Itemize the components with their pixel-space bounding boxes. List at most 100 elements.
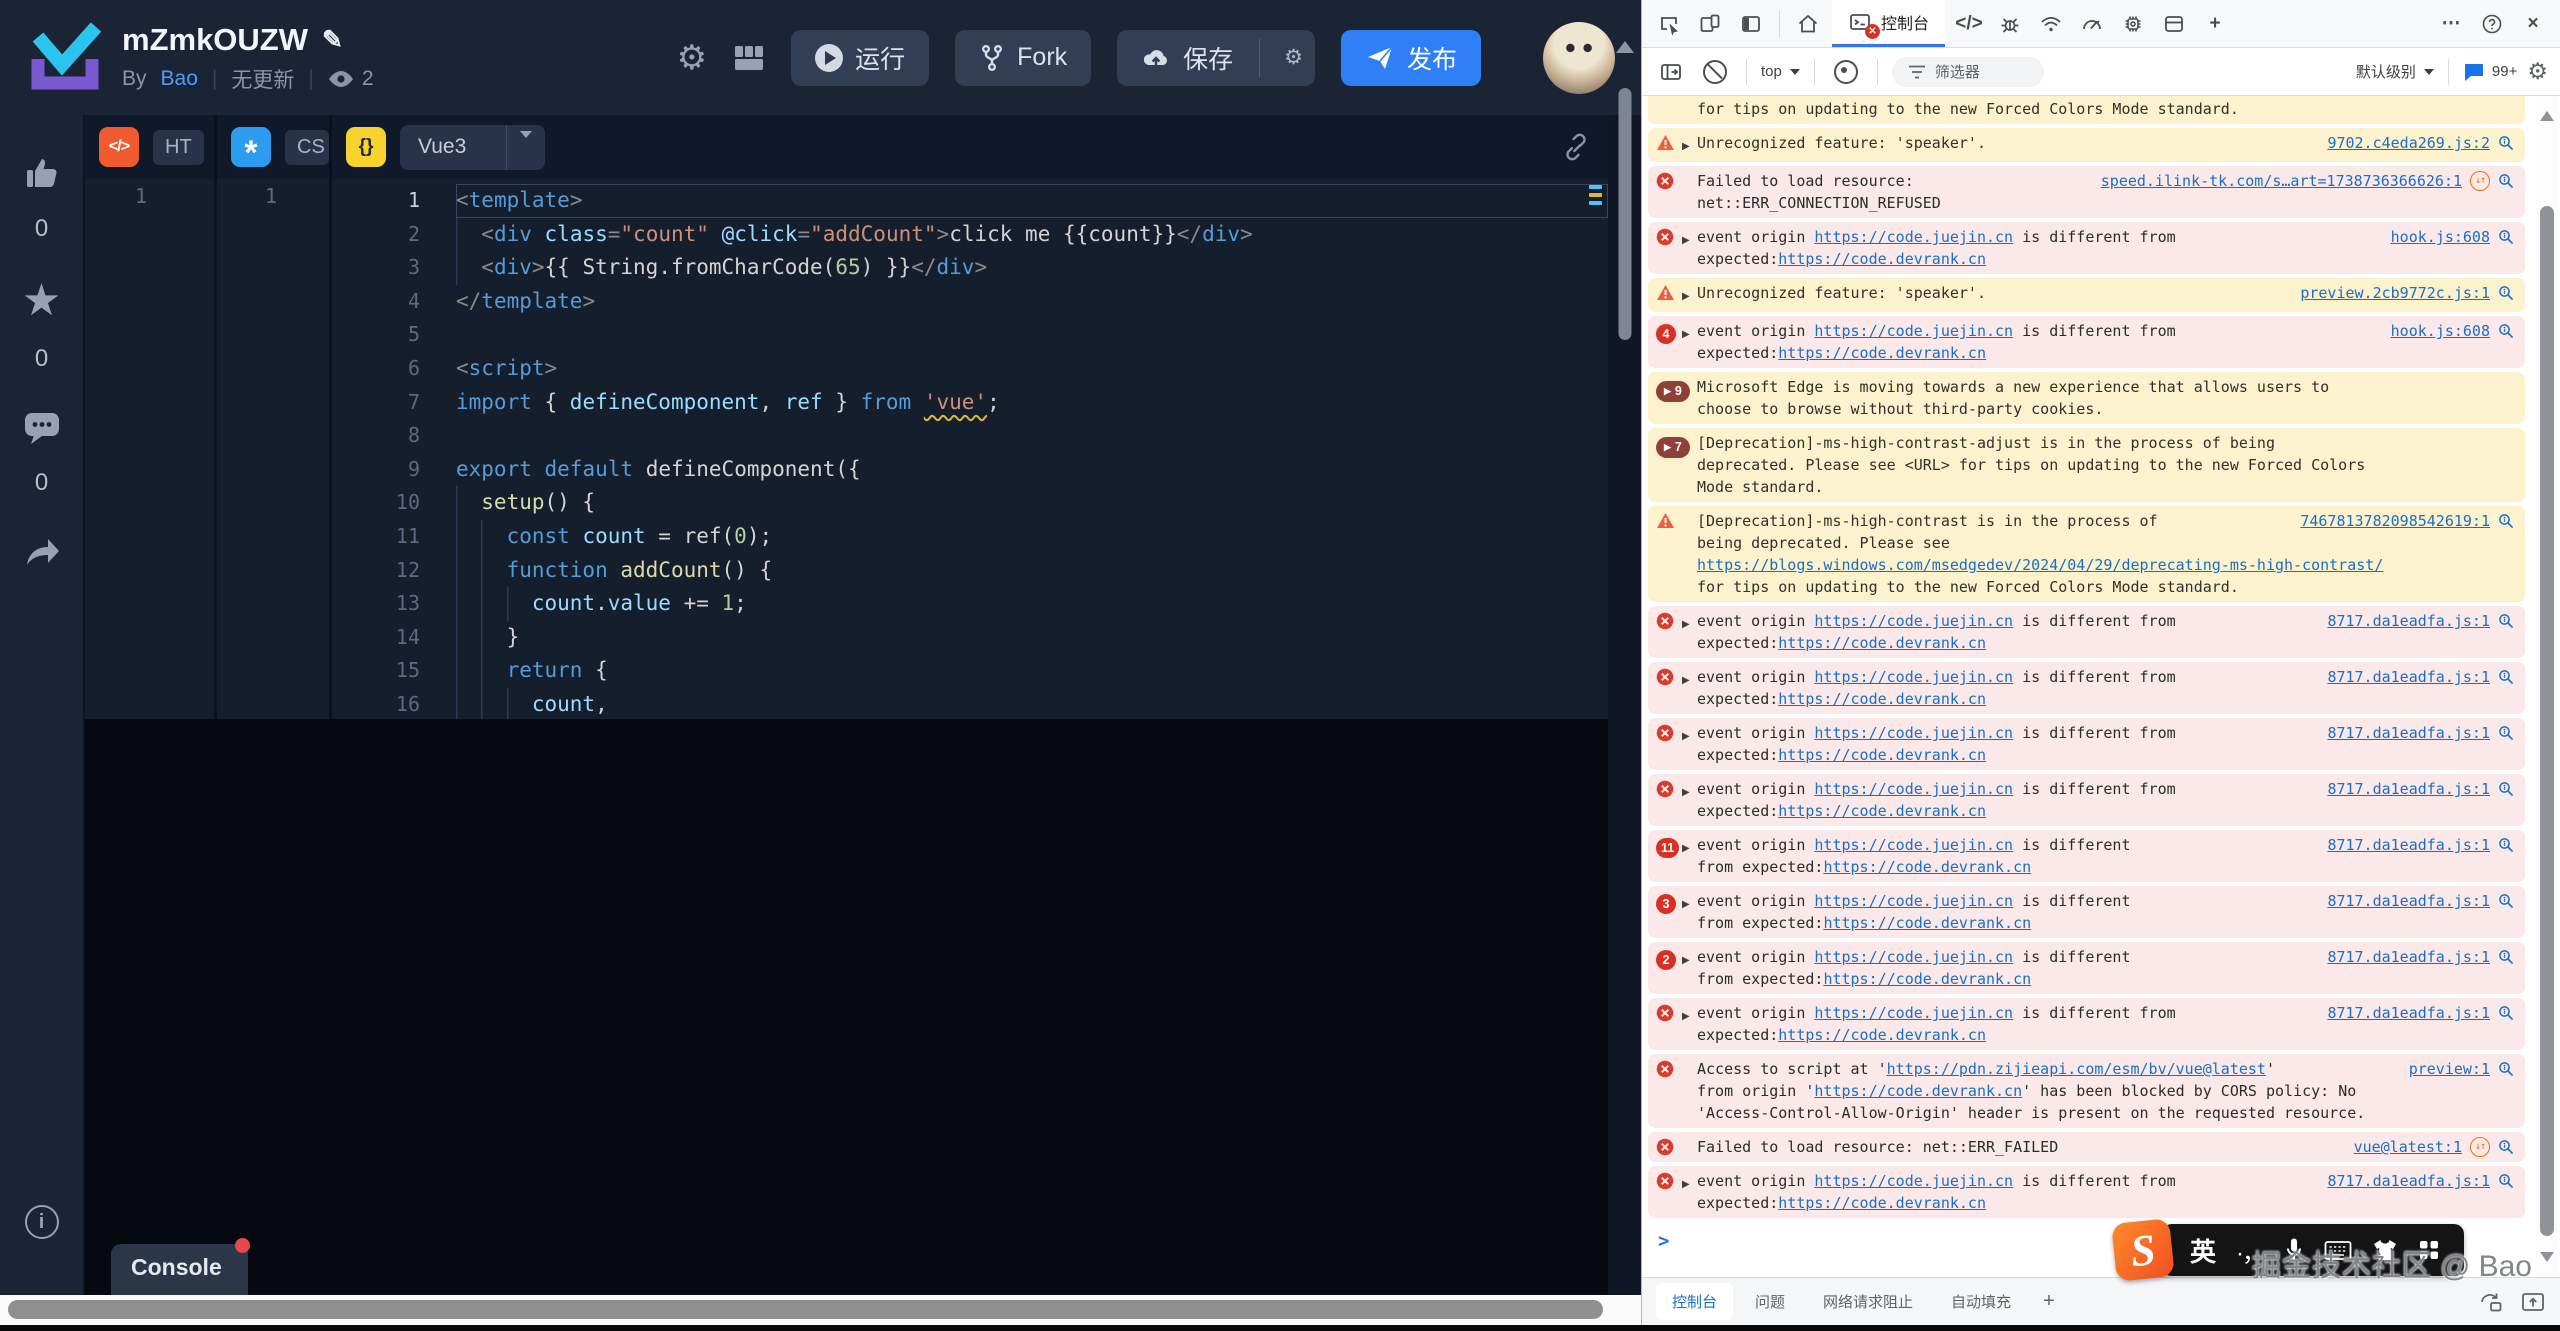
message-link[interactable]: https://code.devrank.cn bbox=[1778, 250, 1986, 268]
expand-caret[interactable]: ▶ bbox=[1682, 890, 1697, 916]
search-source-icon[interactable] bbox=[2498, 513, 2515, 530]
close-devtools-icon[interactable]: × bbox=[2516, 7, 2550, 41]
more-options-icon[interactable]: ⋯ bbox=[2434, 7, 2468, 41]
html-editor[interactable]: 1 bbox=[85, 179, 217, 719]
source-link[interactable]: 8717.da1eadfa.js:1 bbox=[2327, 834, 2490, 856]
expand-caret[interactable]: ▶ bbox=[1682, 946, 1697, 972]
tab-css[interactable]: * CS bbox=[217, 115, 332, 179]
settings-gear-icon[interactable]: ⚙ bbox=[677, 41, 707, 75]
expand-caret[interactable]: ▶ bbox=[1682, 610, 1697, 636]
ime-punctuation-toggle[interactable]: ·， bbox=[2236, 1233, 2264, 1268]
inspect-element-icon[interactable] bbox=[1652, 7, 1686, 41]
drawer-tab-1[interactable]: 问题 bbox=[1739, 1283, 1801, 1320]
expand-caret[interactable]: ▶ bbox=[1682, 1170, 1697, 1196]
source-link[interactable]: preview:1 bbox=[2409, 1058, 2490, 1080]
message-link[interactable]: https://code.juejin.cn bbox=[1814, 836, 2013, 854]
source-link[interactable]: 8717.da1eadfa.js:1 bbox=[2327, 1170, 2490, 1192]
code-line[interactable]: 3 <div>{{ String.fromCharCode(65) }}</di… bbox=[332, 251, 1608, 285]
horizontal-scroll-thumb[interactable] bbox=[8, 1300, 1603, 1319]
code-line[interactable]: 10 setup() { bbox=[332, 486, 1608, 520]
layout-grid-icon[interactable] bbox=[733, 43, 765, 73]
vertical-scroll-thumb[interactable] bbox=[1618, 88, 1631, 340]
line-number[interactable]: 1 bbox=[332, 184, 456, 218]
line-number[interactable]: 2 bbox=[332, 218, 456, 252]
more-tabs-icon[interactable]: + bbox=[2198, 7, 2232, 41]
line-number[interactable]: 16 bbox=[332, 688, 456, 722]
source-link[interactable]: 8717.da1eadfa.js:1 bbox=[2327, 610, 2490, 632]
scroll-up-arrow[interactable] bbox=[1616, 32, 1634, 53]
memory-tab-icon[interactable] bbox=[2116, 7, 2150, 41]
message-link[interactable]: https://code.juejin.cn bbox=[1814, 1172, 2013, 1190]
css-gutter-line-1[interactable]: 1 bbox=[217, 184, 277, 208]
add-drawer-tab-icon[interactable]: + bbox=[2033, 1290, 2065, 1313]
code-line[interactable]: 5 bbox=[332, 318, 1608, 352]
source-link[interactable]: speed.ilink-tk.com/s…art=1738736366626:1 bbox=[2101, 170, 2462, 192]
info-icon[interactable]: i bbox=[25, 1205, 59, 1239]
drawer-tab-2[interactable]: 网络请求阻止 bbox=[1807, 1283, 1929, 1320]
html-gutter-line-1[interactable]: 1 bbox=[85, 184, 147, 208]
live-expression-icon[interactable] bbox=[1829, 55, 1863, 89]
microphone-icon[interactable] bbox=[2284, 1237, 2304, 1263]
search-source-icon[interactable] bbox=[2498, 1139, 2515, 1156]
network-tab-icon[interactable] bbox=[2034, 7, 2068, 41]
code-text[interactable]: <script> bbox=[456, 352, 1608, 386]
message-link[interactable]: https://code.juejin.cn bbox=[1814, 724, 2013, 742]
line-number[interactable]: 12 bbox=[332, 554, 456, 588]
expand-caret[interactable]: ▶ bbox=[1682, 722, 1697, 748]
source-link[interactable]: 8717.da1eadfa.js:1 bbox=[2327, 666, 2490, 688]
search-source-icon[interactable] bbox=[2498, 1173, 2515, 1190]
line-number[interactable]: 13 bbox=[332, 587, 456, 621]
message-link[interactable]: https://code.juejin.cn bbox=[1814, 948, 2013, 966]
message-link[interactable]: https://code.devrank.cn bbox=[1778, 1194, 1986, 1212]
search-source-icon[interactable] bbox=[2498, 725, 2515, 742]
group-count-badge[interactable]: ▶9 bbox=[1656, 381, 1690, 402]
author-link[interactable]: Bao bbox=[161, 67, 198, 91]
code-line[interactable]: 13 count.value += 1; bbox=[332, 587, 1608, 621]
line-number[interactable]: 5 bbox=[332, 318, 456, 352]
code-text[interactable]: export default defineComponent({ bbox=[456, 453, 1608, 487]
console-scrollbar[interactable] bbox=[2536, 96, 2558, 1277]
source-link[interactable]: 7467813782098542619:1 bbox=[2300, 510, 2490, 532]
console-scroll-thumb[interactable] bbox=[2540, 206, 2554, 1236]
page-horizontal-scrollbar[interactable] bbox=[0, 1295, 1641, 1325]
search-source-icon[interactable] bbox=[2498, 837, 2515, 854]
code-line[interactable]: 6<script> bbox=[332, 352, 1608, 386]
application-tab-icon[interactable] bbox=[2157, 7, 2191, 41]
code-text[interactable]: } bbox=[456, 621, 1608, 655]
code-text[interactable]: import { defineComponent, ref } from 'vu… bbox=[456, 386, 1608, 420]
save-button[interactable]: 保存 ⚙ bbox=[1117, 30, 1315, 86]
code-text[interactable]: <div>{{ String.fromCharCode(65) }}</div> bbox=[456, 251, 1608, 285]
css-editor[interactable]: 1 bbox=[217, 179, 332, 719]
search-source-icon[interactable] bbox=[2498, 285, 2515, 302]
code-text[interactable]: <div class="count" @click="addCount">cli… bbox=[456, 218, 1608, 252]
user-avatar[interactable] bbox=[1543, 22, 1615, 94]
line-number[interactable]: 6 bbox=[332, 352, 456, 386]
code-line[interactable]: 16 count, bbox=[332, 688, 1608, 722]
skin-icon[interactable] bbox=[2372, 1238, 2398, 1262]
star-button[interactable]: ★ bbox=[22, 279, 61, 323]
app-console-tab[interactable]: Console bbox=[111, 1244, 248, 1295]
message-link[interactable]: https://code.devrank.cn bbox=[1778, 690, 1986, 708]
line-number[interactable]: 15 bbox=[332, 654, 456, 688]
source-link[interactable]: hook.js:608 bbox=[2391, 320, 2490, 342]
edit-title-icon[interactable]: ✎ bbox=[322, 25, 343, 55]
log-level-selector[interactable]: 默认级别 bbox=[2356, 61, 2434, 82]
scroll-up-arrow[interactable] bbox=[2540, 104, 2554, 121]
save-options-gear-icon[interactable]: ⚙ bbox=[1272, 45, 1315, 70]
home-icon[interactable] bbox=[1791, 7, 1825, 41]
code-line[interactable]: 4</template> bbox=[332, 285, 1608, 319]
like-button[interactable] bbox=[21, 153, 63, 193]
expand-caret[interactable]: ▶ bbox=[1682, 666, 1697, 692]
run-button[interactable]: 运行 bbox=[791, 30, 929, 86]
line-number[interactable]: 7 bbox=[332, 386, 456, 420]
line-number[interactable]: 11 bbox=[332, 520, 456, 554]
drawer-tab-0[interactable]: 控制台 bbox=[1656, 1283, 1733, 1320]
drawer-tab-3[interactable]: 自动填充 bbox=[1935, 1283, 2027, 1320]
code-line[interactable]: 14 } bbox=[332, 621, 1608, 655]
devtools-tab-console[interactable]: ✕ 控制台 bbox=[1832, 0, 1945, 47]
code-text[interactable]: const count = ref(0); bbox=[456, 520, 1608, 554]
source-link[interactable]: 8717.da1eadfa.js:1 bbox=[2327, 946, 2490, 968]
search-source-icon[interactable] bbox=[2498, 669, 2515, 686]
expand-caret[interactable]: ▶ bbox=[1682, 320, 1697, 346]
source-link[interactable]: 8717.da1eadfa.js:1 bbox=[2327, 778, 2490, 800]
